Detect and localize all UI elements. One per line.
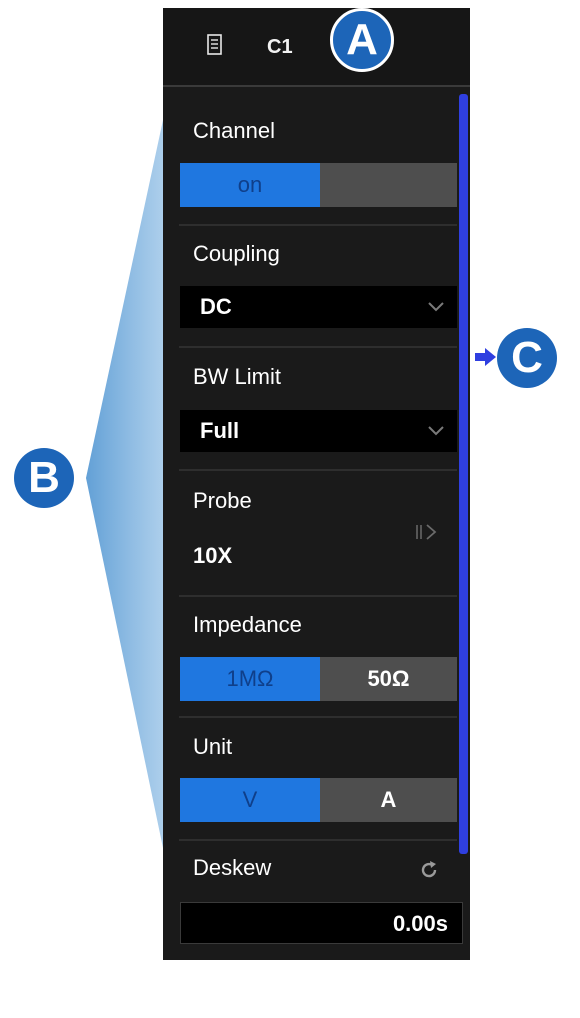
impedance-toggle[interactable]: 1MΩ 50Ω bbox=[180, 657, 457, 701]
document-icon bbox=[207, 34, 222, 55]
channel-label: Channel bbox=[193, 118, 275, 143]
arrow-right-icon bbox=[475, 348, 496, 366]
probe-value: 10X bbox=[193, 543, 233, 568]
unit-toggle[interactable]: V A bbox=[180, 778, 457, 822]
chevron-down-icon bbox=[428, 426, 444, 436]
deskew-input[interactable]: 0.00s bbox=[180, 902, 463, 944]
section-divider bbox=[179, 595, 457, 597]
coupling-select[interactable]: DC bbox=[180, 286, 457, 328]
channel-toggle[interactable]: on bbox=[180, 163, 457, 207]
panel-header: C1 bbox=[163, 8, 470, 87]
section-divider bbox=[179, 469, 457, 471]
bw-limit-label: BW Limit bbox=[193, 364, 281, 389]
reset-icon[interactable] bbox=[417, 858, 441, 882]
section-divider bbox=[179, 224, 457, 226]
chevron-down-icon bbox=[428, 302, 444, 312]
section-divider bbox=[179, 716, 457, 718]
bw-limit-value: Full bbox=[200, 418, 240, 443]
bw-limit-select[interactable]: Full bbox=[180, 410, 457, 452]
panel-title: C1 bbox=[267, 36, 293, 58]
section-divider bbox=[179, 346, 457, 348]
deskew-value: 0.00s bbox=[392, 911, 448, 936]
coupling-label: Coupling bbox=[193, 241, 280, 266]
deskew-label: Deskew bbox=[193, 855, 272, 880]
impedance-label: Impedance bbox=[193, 612, 302, 637]
unit-volts-option[interactable]: V bbox=[180, 778, 320, 822]
screenshot-stage: C1 Channel on Coupling DC BW Limit Full bbox=[0, 0, 580, 1018]
callout-b-badge: B bbox=[14, 448, 74, 508]
coupling-value: DC bbox=[200, 294, 232, 319]
channel-on-option[interactable]: on bbox=[180, 163, 320, 207]
unit-amps-option[interactable]: A bbox=[320, 778, 457, 822]
probe-label: Probe bbox=[193, 488, 252, 513]
callout-a-badge: A bbox=[330, 8, 394, 72]
channel-settings-panel: C1 Channel on Coupling DC BW Limit Full bbox=[163, 8, 470, 960]
scrollbar[interactable] bbox=[459, 94, 468, 854]
unit-label: Unit bbox=[193, 734, 233, 759]
impedance-50ohm-option[interactable]: 50Ω bbox=[320, 657, 457, 701]
callout-c-badge: C bbox=[497, 328, 557, 388]
submenu-arrow-icon bbox=[416, 524, 437, 540]
channel-off-option[interactable] bbox=[320, 163, 457, 207]
section-divider bbox=[179, 839, 457, 841]
impedance-1mohm-option[interactable]: 1MΩ bbox=[180, 657, 320, 701]
